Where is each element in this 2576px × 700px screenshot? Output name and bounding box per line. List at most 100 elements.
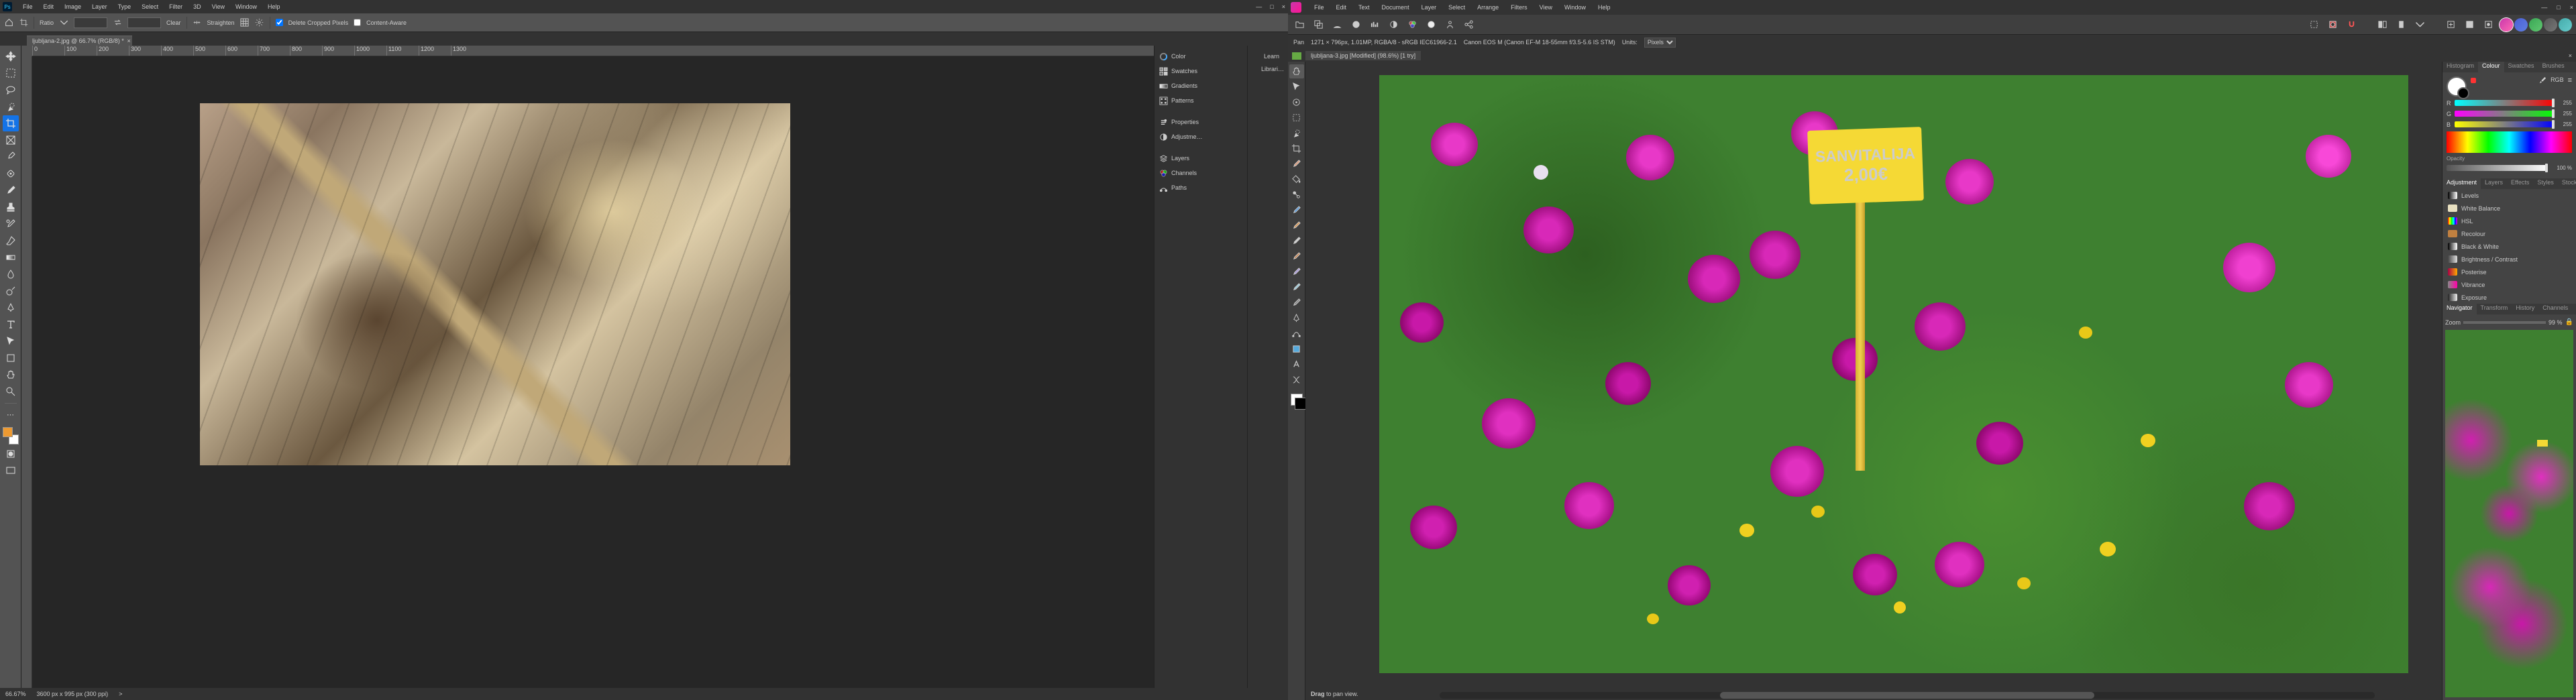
disc-icon[interactable] (1348, 17, 1363, 32)
color-swatches[interactable] (3, 427, 19, 446)
opacity-value[interactable]: 100 % (2551, 165, 2572, 171)
colour-mode-label[interactable]: RGB (2551, 76, 2564, 83)
panel-menu-icon[interactable]: ≡ (2568, 76, 2572, 84)
flood-select-tool[interactable] (1289, 126, 1304, 140)
crop-doc-icon[interactable] (2462, 17, 2477, 32)
tab-transform[interactable]: Transform (2477, 304, 2512, 314)
paint-brush-tool[interactable] (1289, 157, 1304, 171)
panel-learn[interactable]: Learn (1248, 50, 1288, 62)
zoom-lock-icon[interactable]: 🔒 (2565, 318, 2573, 326)
arrange-left-icon[interactable] (2375, 17, 2390, 32)
shape-tool[interactable] (3, 350, 19, 366)
tab-navigator[interactable]: Navigator (2443, 304, 2477, 314)
menu-layer[interactable]: Layer (1415, 3, 1443, 12)
tab-styles[interactable]: Styles (2533, 178, 2558, 189)
marquee-tool[interactable] (3, 65, 19, 81)
overlay-grid-icon[interactable] (240, 18, 250, 27)
minimize-button[interactable]: — (2541, 4, 2547, 11)
primary-color-swatch[interactable] (1291, 394, 1303, 406)
panel-patterns[interactable]: Patterns (1155, 94, 1247, 107)
arrange-dropdown-icon[interactable] (2412, 17, 2427, 32)
green-value[interactable]: 255 (2557, 111, 2572, 117)
mesh-warp-tool[interactable] (1289, 373, 1304, 387)
panel-paths[interactable]: Paths (1155, 181, 1247, 194)
tab-colour[interactable]: Colour (2478, 62, 2504, 72)
swap-icon[interactable] (113, 18, 122, 27)
move-tool[interactable] (3, 48, 19, 64)
menu-help[interactable]: Help (262, 2, 286, 11)
tab-swatches[interactable]: Swatches (2504, 62, 2538, 72)
auto-colours-icon[interactable] (1405, 17, 1419, 32)
hand-tool[interactable] (3, 367, 19, 383)
lasso-tool[interactable] (3, 82, 19, 98)
menu-file[interactable]: File (1308, 3, 1330, 12)
menu-filters[interactable]: Filters (1505, 3, 1534, 12)
share-icon[interactable] (1461, 17, 1476, 32)
menu-edit[interactable]: Edit (38, 2, 60, 11)
zoom-tool[interactable] (3, 384, 19, 400)
photo-persona-button[interactable] (2500, 18, 2513, 32)
panel-gradients[interactable]: Gradients (1155, 79, 1247, 93)
colour-tint-icon[interactable] (2471, 78, 2476, 83)
menu-image[interactable]: Image (59, 2, 87, 11)
inpainting-tool[interactable] (1289, 296, 1304, 310)
screenmode-button[interactable] (3, 463, 19, 479)
menu-view[interactable]: View (207, 2, 230, 11)
tab-close-icon[interactable]: × (2565, 52, 2576, 59)
document-image[interactable] (200, 103, 790, 465)
pen-tool[interactable] (1289, 311, 1304, 325)
ratio-dropdown-icon[interactable] (59, 18, 68, 27)
gradient-tool[interactable] (1289, 188, 1304, 202)
selection-mode-icon[interactable] (2306, 17, 2321, 32)
path-select-tool[interactable] (3, 333, 19, 349)
tab-history[interactable]: History (2512, 304, 2538, 314)
dodge-tool[interactable] (3, 283, 19, 299)
adjustment-brightness-contrast[interactable]: Brightness / Contrast (2443, 253, 2576, 266)
menu-select[interactable]: Select (1442, 3, 1471, 12)
auto-contrast-icon[interactable] (1386, 17, 1401, 32)
units-select[interactable]: Pixels (1644, 38, 1676, 48)
frame-tool[interactable] (3, 132, 19, 148)
history-brush-tool[interactable] (3, 216, 19, 232)
zoom-value[interactable]: 99 % (2548, 319, 2563, 326)
close-button[interactable]: × (1282, 3, 1285, 10)
red-value[interactable]: 255 (2557, 100, 2572, 106)
develop-persona-button[interactable] (2529, 18, 2542, 32)
status-arrow-icon[interactable]: > (119, 691, 122, 697)
brush-tool[interactable] (3, 182, 19, 198)
adjustment-recolour[interactable]: Recolour (2443, 227, 2576, 240)
menu-help[interactable]: Help (1592, 3, 1617, 12)
minimize-button[interactable]: — (1256, 3, 1262, 10)
gradient-tool[interactable] (3, 249, 19, 266)
maximize-button[interactable]: □ (1270, 3, 1273, 10)
quickmask-icon[interactable] (2325, 17, 2340, 32)
horizontal-ruler[interactable]: 0100200300400500600700800900100011001200… (32, 46, 1154, 56)
zoom-slider[interactable] (2463, 321, 2546, 324)
add-layer-icon[interactable] (2443, 17, 2458, 32)
navigator-thumbnail[interactable] (2445, 330, 2573, 697)
node-tool[interactable] (1289, 327, 1304, 341)
menu-view[interactable]: View (1534, 3, 1558, 12)
panel-swatches[interactable]: Swatches (1155, 64, 1247, 78)
menu-window[interactable]: Window (230, 2, 262, 11)
tab-layers[interactable]: Layers (2481, 178, 2507, 189)
panel-layers[interactable]: Layers (1155, 152, 1247, 165)
menu-arrange[interactable]: Arrange (1471, 3, 1505, 12)
adjustment-white-balance[interactable]: White Balance (2443, 202, 2576, 215)
hue-spectrum[interactable] (2447, 131, 2572, 153)
red-slider[interactable] (2455, 100, 2555, 106)
eraser-tool[interactable] (3, 233, 19, 249)
tab-stock[interactable]: Stock (2558, 178, 2576, 189)
menu-text[interactable]: Text (1352, 3, 1376, 12)
green-slider[interactable] (2455, 111, 2555, 117)
tab-adjustment[interactable]: Adjustment (2443, 178, 2481, 189)
ratio-width-input[interactable] (74, 17, 107, 28)
shape-tool[interactable] (1289, 342, 1304, 356)
panel-adjustments[interactable]: Adjustme… (1155, 130, 1247, 143)
panel-color[interactable]: Color (1155, 50, 1247, 63)
arrange-center-icon[interactable] (2394, 17, 2408, 32)
colour-well[interactable] (2447, 76, 2467, 97)
document-tab[interactable]: ljubljana-2.jpg @ 66.7% (RGB/8) * (27, 36, 132, 46)
crop-tool[interactable] (1289, 141, 1304, 156)
adjustment-black-white[interactable]: Black & White (2443, 240, 2576, 253)
